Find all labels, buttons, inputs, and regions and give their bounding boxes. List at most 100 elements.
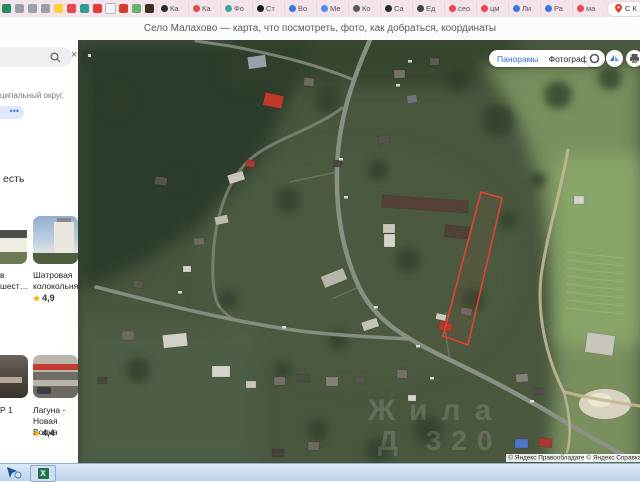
tab-label: Фо (234, 4, 244, 13)
browser-tab[interactable]: Са (380, 2, 412, 15)
photo-detail (0, 238, 27, 252)
browser-tab[interactable]: Ст (252, 2, 284, 15)
mirrors-button[interactable] (606, 50, 623, 67)
photo-card-interior[interactable] (0, 355, 28, 398)
photo-detail (33, 372, 78, 380)
browser-tab[interactable]: сео (444, 2, 476, 15)
browser-tab[interactable]: Ра (540, 2, 572, 15)
tab-favicon-icon (353, 5, 360, 12)
star-icon: ★ (33, 294, 41, 303)
card-title[interactable]: Шатровая колокольня (33, 270, 78, 292)
search-icon[interactable] (50, 52, 61, 63)
close-icon[interactable]: × (71, 49, 77, 61)
tab-label: Ед (426, 4, 436, 13)
tab-label: Ме (330, 4, 341, 13)
photo-detail (37, 387, 51, 394)
tab-favicon-icon (417, 5, 424, 12)
browser-tab[interactable]: Ка (156, 2, 188, 15)
red-circle-icon[interactable] (117, 0, 130, 17)
excel-icon[interactable] (0, 0, 13, 17)
browser-tab[interactable]: Ли (508, 2, 540, 15)
browser-tab[interactable]: Ка (188, 2, 220, 15)
red-dot-icon[interactable] (65, 0, 78, 17)
watermark: Жила Д 320 (367, 394, 505, 456)
content-area: × ципальный округ, ••• есть в шест… Шатро… (0, 40, 640, 463)
tab-favicon-icon (545, 5, 552, 12)
doc-icon[interactable] (104, 0, 117, 17)
card-title[interactable]: в шест… (0, 270, 28, 292)
taskbar: X (0, 463, 640, 482)
card-title[interactable]: Р 1 (0, 405, 27, 416)
labeled-tabs: Ка Ка Фо Ст Во Ме Ко Са Ед сео цм Ли Ра ма (156, 0, 604, 17)
sheet-icon[interactable] (39, 0, 52, 17)
tab-label: Ра (554, 4, 563, 13)
tab-label: Ко (362, 4, 371, 13)
tab-favicon-icon (385, 5, 392, 12)
excel-taskbar-button[interactable]: X (30, 465, 56, 482)
svg-text:Жила: Жила (367, 394, 505, 427)
pinned-tabs (0, 0, 156, 17)
photo-detail (0, 252, 27, 264)
tab-label: Ли (522, 4, 532, 13)
excel-icon: X (37, 468, 49, 479)
browser-tab-strip: КаКаФоСтВоМеКоСаЕдсеоцмЛиРама С К + (0, 0, 640, 17)
tab-favicon-icon (481, 5, 488, 12)
print-button[interactable] (626, 50, 640, 67)
photo-card-monastery[interactable] (0, 216, 27, 264)
panorama-ring-button[interactable] (586, 50, 603, 67)
browser-toolbar: Село Малахово — карта, что посмотреть, ф… (0, 17, 640, 41)
panorama-ring-icon (589, 53, 600, 64)
photo-detail (54, 222, 74, 256)
tab-favicon-icon (225, 5, 232, 12)
search-input[interactable] (0, 47, 72, 67)
palette-icon[interactable] (130, 0, 143, 17)
tab-label: Ка (202, 4, 211, 13)
satellite-map[interactable]: Жила Д 320 Панорамы Фотографии © Яндекс … (78, 40, 640, 463)
tab-label: Ка (170, 4, 179, 13)
photo-detail (0, 230, 27, 238)
tab-favicon-icon (161, 5, 168, 12)
browser-tab[interactable]: Ед (412, 2, 444, 15)
map-pin-icon (615, 4, 622, 13)
tab-label: Ст (266, 4, 275, 13)
dark-square-icon[interactable] (143, 0, 156, 17)
more-link-chip[interactable]: ••• (0, 106, 24, 119)
map-copyright[interactable]: © Яндекс Справка (584, 454, 640, 462)
tab-label: Во (298, 4, 308, 13)
svg-text:Д 320: Д 320 (378, 425, 502, 456)
map-corner-chip (82, 50, 97, 65)
active-tab[interactable]: С К (608, 1, 640, 16)
mirrors-icon (610, 55, 619, 61)
tab-label: цм (490, 4, 500, 13)
active-tab-label: С К (625, 4, 637, 13)
file-transfer-taskbar-icon[interactable] (5, 465, 23, 479)
sheet-icon[interactable] (13, 0, 26, 17)
photo-detail (33, 253, 78, 264)
yandex-icon[interactable] (52, 0, 65, 17)
photo-card-lagoon[interactable] (33, 355, 78, 398)
sheet-icon[interactable] (26, 0, 39, 17)
browser-tab[interactable]: Ме (316, 2, 348, 15)
photo-card-bell-tower[interactable] (33, 216, 78, 264)
tab-label: сео (458, 4, 471, 13)
section-heading-fragment: есть (3, 173, 25, 185)
tab-favicon-icon (289, 5, 296, 12)
tab-favicon-icon (321, 5, 328, 12)
tab-label: ма (586, 4, 596, 13)
card-rating: ★ 4,9 (33, 293, 55, 303)
browser-tab[interactable]: Ко (348, 2, 380, 15)
card-rating: ★ 4,4 (33, 428, 55, 438)
browser-tab[interactable]: цм (476, 2, 508, 15)
tab-favicon-icon (577, 5, 584, 12)
youtube-icon[interactable] (91, 0, 104, 17)
map-sidebar: × ципальный округ, ••• есть в шест… Шатро… (0, 40, 78, 463)
star-icon: ★ (33, 429, 41, 438)
browser-tab[interactable]: ма (572, 2, 604, 15)
search-result-snippet: ципальный округ, (0, 91, 64, 100)
chart-icon[interactable] (78, 0, 91, 17)
tab-favicon-icon (257, 5, 264, 12)
panoramas-button[interactable]: Панорамы (497, 54, 539, 64)
map-copyright[interactable]: © Яндекс Правообладатели (506, 454, 595, 462)
browser-tab[interactable]: Фо (220, 2, 252, 15)
browser-tab[interactable]: Во (284, 2, 316, 15)
